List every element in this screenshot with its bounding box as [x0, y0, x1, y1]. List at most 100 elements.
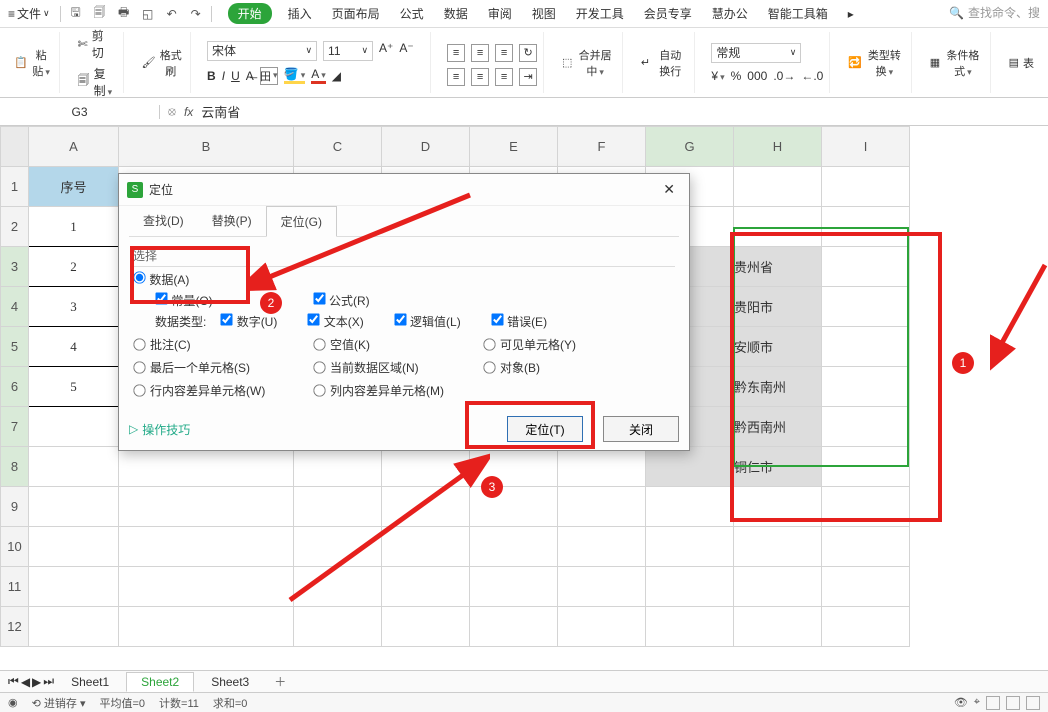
align-top-icon[interactable]: ≡: [447, 44, 465, 62]
row-2[interactable]: 2: [1, 207, 29, 247]
col-H[interactable]: H: [734, 127, 822, 167]
tab-more[interactable]: ▸: [844, 5, 858, 23]
font-name-select[interactable]: 宋体∨: [207, 41, 317, 61]
tab-hui[interactable]: 慧办公: [708, 3, 752, 24]
tab-formula[interactable]: 公式: [396, 3, 428, 24]
sheet-tab-1[interactable]: Sheet1: [56, 672, 124, 692]
format-brush[interactable]: 🖌格式刷: [140, 46, 184, 80]
view-normal-icon[interactable]: [986, 696, 1000, 710]
cell-H4[interactable]: 贵阳市: [734, 287, 822, 327]
row-7[interactable]: 7: [1, 407, 29, 447]
bold-button[interactable]: B: [207, 69, 216, 83]
row-1[interactable]: 1: [1, 167, 29, 207]
tab-view[interactable]: 视图: [528, 3, 560, 24]
sheet-nav-first[interactable]: ⏮: [8, 674, 19, 689]
undo-icon[interactable]: ↶: [163, 5, 181, 23]
row-10[interactable]: 10: [1, 527, 29, 567]
align-bot-icon[interactable]: ≡: [495, 44, 513, 62]
eye-icon[interactable]: 👁: [954, 696, 968, 709]
chk-const[interactable]: 常量(O): [155, 292, 213, 309]
name-box[interactable]: G3: [0, 105, 160, 119]
border-button[interactable]: 田: [260, 67, 278, 85]
dec-decimal-icon[interactable]: ←.0: [801, 69, 823, 83]
align-right-icon[interactable]: ≡: [495, 68, 513, 86]
chk-logic[interactable]: 逻辑值(L): [394, 313, 461, 330]
radio-rowdiff[interactable]: 行内容差异单元格(W): [133, 382, 313, 399]
redo-icon[interactable]: ↷: [187, 5, 205, 23]
copy-button[interactable]: 🗐 复制: [76, 64, 117, 100]
sheet-nav-next[interactable]: ▶: [32, 675, 41, 689]
percent-icon[interactable]: %: [731, 69, 742, 83]
radio-comment[interactable]: 批注(C): [133, 336, 313, 353]
row-6[interactable]: 6: [1, 367, 29, 407]
indent-icon[interactable]: ⇥: [519, 68, 537, 86]
seq-header[interactable]: 序号: [29, 167, 119, 207]
print-icon[interactable]: 🖶: [115, 5, 133, 23]
formula-input[interactable]: 云南省: [201, 102, 240, 121]
col-C[interactable]: C: [294, 127, 382, 167]
tab-start[interactable]: 开始: [228, 3, 272, 24]
focus-icon[interactable]: ⌖: [974, 696, 980, 709]
sheet-nav-prev[interactable]: ◀: [21, 675, 30, 689]
radio-last[interactable]: 最后一个单元格(S): [133, 359, 313, 376]
tab-tool[interactable]: 智能工具箱: [764, 3, 832, 24]
sheet-tab-2[interactable]: Sheet2: [126, 672, 194, 692]
saveas-icon[interactable]: 🗐: [91, 5, 109, 23]
row-11[interactable]: 11: [1, 567, 29, 607]
underline-button[interactable]: U: [231, 69, 240, 83]
paste-button[interactable]: 📋粘贴: [12, 46, 53, 80]
radio-data[interactable]: 数据(A): [133, 271, 189, 288]
cell-H3[interactable]: 贵州省: [734, 247, 822, 287]
align-mid-icon[interactable]: ≡: [471, 44, 489, 62]
tab-vip[interactable]: 会员专享: [640, 3, 696, 24]
cell-A6[interactable]: 5: [29, 367, 119, 407]
cell-A5[interactable]: 4: [29, 327, 119, 367]
tab-insert[interactable]: 插入: [284, 3, 316, 24]
row-4[interactable]: 4: [1, 287, 29, 327]
view-break-icon[interactable]: [1026, 696, 1040, 710]
tab-review[interactable]: 审阅: [484, 3, 516, 24]
radio-coldiff[interactable]: 列内容差异单元格(M): [313, 382, 483, 399]
chk-text[interactable]: 文本(X): [307, 313, 363, 330]
clear-fmt-button[interactable]: ◢: [332, 69, 341, 83]
goto-button[interactable]: 定位(T): [507, 416, 583, 442]
fill-color-button[interactable]: 🪣: [284, 67, 305, 84]
dec-font-icon[interactable]: A⁻: [399, 41, 413, 61]
cell-G8[interactable]: [646, 447, 734, 487]
col-D[interactable]: D: [382, 127, 470, 167]
row-5[interactable]: 5: [1, 327, 29, 367]
sheet-nav-last[interactable]: ⏭: [43, 674, 54, 689]
radio-object[interactable]: 对象(B): [483, 359, 663, 376]
col-B[interactable]: B: [119, 127, 294, 167]
save-icon[interactable]: 🖫: [67, 5, 85, 23]
tab-layout[interactable]: 页面布局: [328, 3, 384, 24]
cell-A3[interactable]: 2: [29, 247, 119, 287]
command-search[interactable]: 🔍 查找命令、搜: [949, 4, 1040, 21]
italic-button[interactable]: I: [222, 69, 225, 83]
tab-goto[interactable]: 定位(G): [266, 206, 337, 237]
currency-icon[interactable]: ¥: [711, 69, 724, 83]
add-sheet-button[interactable]: ＋: [266, 671, 294, 692]
chk-number[interactable]: 数字(U): [220, 313, 277, 330]
strike-button[interactable]: A̶: [246, 69, 254, 83]
row-3[interactable]: 3: [1, 247, 29, 287]
tab-replace[interactable]: 替换(P): [198, 206, 266, 236]
col-I[interactable]: I: [822, 127, 910, 167]
comma-icon[interactable]: 000: [747, 69, 767, 83]
radio-visible[interactable]: 可见单元格(Y): [483, 336, 663, 353]
align-center-icon[interactable]: ≡: [471, 68, 489, 86]
close-button[interactable]: 关闭: [603, 416, 679, 442]
tab-data[interactable]: 数据: [440, 3, 472, 24]
tips-link[interactable]: ▷ 操作技巧: [129, 421, 190, 438]
sheet-style[interactable]: ▤表: [1007, 54, 1036, 72]
sheet-tab-3[interactable]: Sheet3: [196, 672, 264, 692]
cancel-icon[interactable]: ⦻: [168, 104, 176, 119]
merge-button[interactable]: ⬚合并居中: [560, 46, 616, 80]
close-icon[interactable]: ✕: [657, 179, 681, 200]
view-page-icon[interactable]: [1006, 696, 1020, 710]
preview-icon[interactable]: ◱: [139, 5, 157, 23]
row-8[interactable]: 8: [1, 447, 29, 487]
col-E[interactable]: E: [470, 127, 558, 167]
inc-font-icon[interactable]: A⁺: [379, 41, 393, 61]
cell-H6[interactable]: 黔东南州: [734, 367, 822, 407]
